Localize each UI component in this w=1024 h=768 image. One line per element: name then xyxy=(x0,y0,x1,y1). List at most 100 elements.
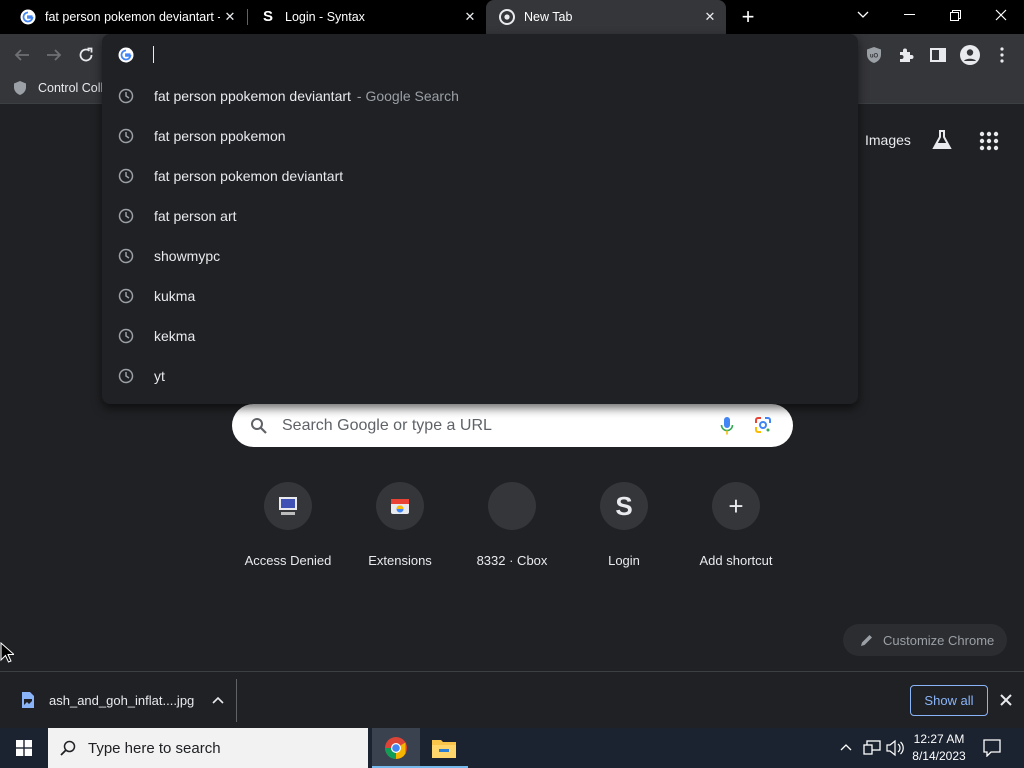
back-button[interactable] xyxy=(10,43,34,67)
suggestion-item[interactable]: fat person art xyxy=(102,196,858,236)
labs-flask-icon[interactable] xyxy=(930,128,954,157)
text-caret xyxy=(153,46,154,63)
shortcut-login[interactable]: S Login xyxy=(568,478,680,568)
tab-title: fat person pokemon deviantart - xyxy=(45,10,220,24)
close-icon[interactable]: ✕ xyxy=(220,9,240,25)
history-clock-icon xyxy=(118,368,134,384)
reload-button[interactable] xyxy=(74,43,98,67)
close-icon[interactable] xyxy=(1000,694,1012,706)
search-icon xyxy=(60,740,76,756)
google-lens-icon[interactable] xyxy=(754,416,772,434)
suggestion-text: fat person ppokemon deviantart xyxy=(154,88,351,104)
suggestion-suffix: - Google Search xyxy=(356,88,459,104)
close-window-button[interactable] xyxy=(978,0,1024,30)
bookmark-label: Control Coll xyxy=(38,81,104,95)
suggestion-text: kekma xyxy=(154,328,196,344)
restore-button[interactable] xyxy=(932,0,978,30)
suggestion-text: yt xyxy=(154,368,165,384)
google-g-icon xyxy=(20,9,36,25)
shortcut-label: 8332 · Cbox xyxy=(476,553,548,568)
omnibox-input[interactable] xyxy=(102,34,858,76)
shortcut-extensions[interactable]: Extensions xyxy=(344,478,456,568)
shortcut-label: Login xyxy=(608,553,640,568)
suggestion-item[interactable]: showmypc xyxy=(102,236,858,276)
history-clock-icon xyxy=(118,168,134,184)
history-clock-icon xyxy=(118,88,134,104)
download-filename: ash_and_goh_inflat....jpg xyxy=(49,692,195,708)
tab-login-syntax[interactable]: S Login - Syntax ✕ xyxy=(240,0,486,34)
side-panel-icon[interactable] xyxy=(926,43,950,67)
chevron-up-icon[interactable] xyxy=(840,743,852,751)
tab-fat-person[interactable]: fat person pokemon deviantart - ✕ xyxy=(0,0,246,34)
blank-site-icon xyxy=(488,482,536,530)
microphone-icon[interactable] xyxy=(720,416,734,436)
suggestion-item[interactable]: fat person ppokemon deviantart - Google … xyxy=(102,76,858,116)
google-g-icon xyxy=(118,47,134,63)
forward-button[interactable] xyxy=(42,43,66,67)
shield-bookmark-icon xyxy=(14,81,26,95)
shelf-divider xyxy=(236,679,237,722)
profile-avatar-icon[interactable] xyxy=(958,43,982,67)
network-icon[interactable] xyxy=(863,740,881,756)
search-placeholder: Search Google or type a URL xyxy=(282,416,492,434)
suggestion-item[interactable]: fat person pokemon deviantart xyxy=(102,156,858,196)
image-file-icon xyxy=(22,692,34,708)
show-all-button[interactable]: Show all xyxy=(910,685,988,716)
folder-icon xyxy=(432,740,456,758)
images-link[interactable]: Images xyxy=(865,132,911,148)
ntp-search-box[interactable]: Search Google or type a URL xyxy=(232,404,793,447)
pencil-icon xyxy=(861,634,872,646)
chrome-icon xyxy=(385,737,407,759)
ublock-origin-icon[interactable]: uO xyxy=(862,43,886,67)
chrome-icon xyxy=(499,9,515,25)
add-shortcut-button[interactable]: + Add shortcut xyxy=(680,478,792,568)
tab-new-tab[interactable]: New Tab ✕ xyxy=(486,0,726,34)
history-clock-icon xyxy=(118,208,134,224)
tab-title: New Tab xyxy=(524,10,573,24)
minimize-button[interactable] xyxy=(886,0,932,30)
taskbar-clock[interactable]: 12:27 AM 8/14/2023 xyxy=(908,731,970,765)
mouse-cursor-icon xyxy=(0,642,14,663)
shortcut-cbox[interactable]: 8332 · Cbox xyxy=(456,478,568,568)
bookmark-control-coll[interactable]: Control Coll xyxy=(12,80,103,96)
suggestion-item[interactable]: kukma xyxy=(102,276,858,316)
tab-title: Login - Syntax xyxy=(285,10,365,24)
chevron-down-icon[interactable] xyxy=(840,0,886,30)
kebab-menu-icon[interactable] xyxy=(990,43,1014,67)
tab-strip: fat person pokemon deviantart - ✕ S Logi… xyxy=(0,0,1024,34)
windows-start-icon[interactable] xyxy=(16,740,32,756)
customize-label: Customize Chrome xyxy=(883,632,995,648)
suggestion-text: fat person pokemon deviantart xyxy=(154,168,344,184)
download-item[interactable]: ash_and_goh_inflat....jpg xyxy=(0,672,236,728)
forward-arrow-icon xyxy=(47,49,62,61)
notification-center-icon[interactable] xyxy=(983,739,1001,757)
suggestion-item[interactable]: kekma xyxy=(102,316,858,356)
clock-date: 8/14/2023 xyxy=(912,749,966,763)
taskbar-search-box[interactable]: Type here to search xyxy=(48,728,368,768)
new-tab-button[interactable]: + xyxy=(730,2,766,32)
computer-icon xyxy=(264,482,312,530)
chevron-up-icon[interactable] xyxy=(212,696,224,704)
suggestion-text: showmypc xyxy=(154,248,221,264)
taskbar-chrome[interactable] xyxy=(372,728,420,768)
plus-icon: + xyxy=(712,482,760,530)
syntax-s-icon: S xyxy=(262,8,273,25)
extensions-store-icon xyxy=(376,482,424,530)
customize-chrome-button[interactable]: Customize Chrome xyxy=(843,624,1007,656)
extensions-puzzle-icon[interactable] xyxy=(894,43,918,67)
volume-icon[interactable] xyxy=(886,739,904,757)
apps-grid-icon[interactable] xyxy=(978,130,1000,157)
close-icon[interactable]: ✕ xyxy=(700,9,720,25)
reload-icon xyxy=(79,47,93,62)
shortcut-label: Add shortcut xyxy=(699,553,773,568)
download-shelf: ash_and_goh_inflat....jpg Show all xyxy=(0,671,1024,728)
taskbar-file-explorer[interactable] xyxy=(420,728,468,768)
history-clock-icon xyxy=(118,328,134,344)
history-clock-icon xyxy=(118,288,134,304)
close-icon[interactable]: ✕ xyxy=(460,9,480,25)
suggestion-text: fat person ppokemon xyxy=(154,128,286,144)
suggestion-item[interactable]: yt xyxy=(102,356,858,396)
suggestion-item[interactable]: fat person ppokemon xyxy=(102,116,858,156)
shortcut-label: Extensions xyxy=(368,553,432,568)
shortcut-access-denied[interactable]: Access Denied xyxy=(232,478,344,568)
